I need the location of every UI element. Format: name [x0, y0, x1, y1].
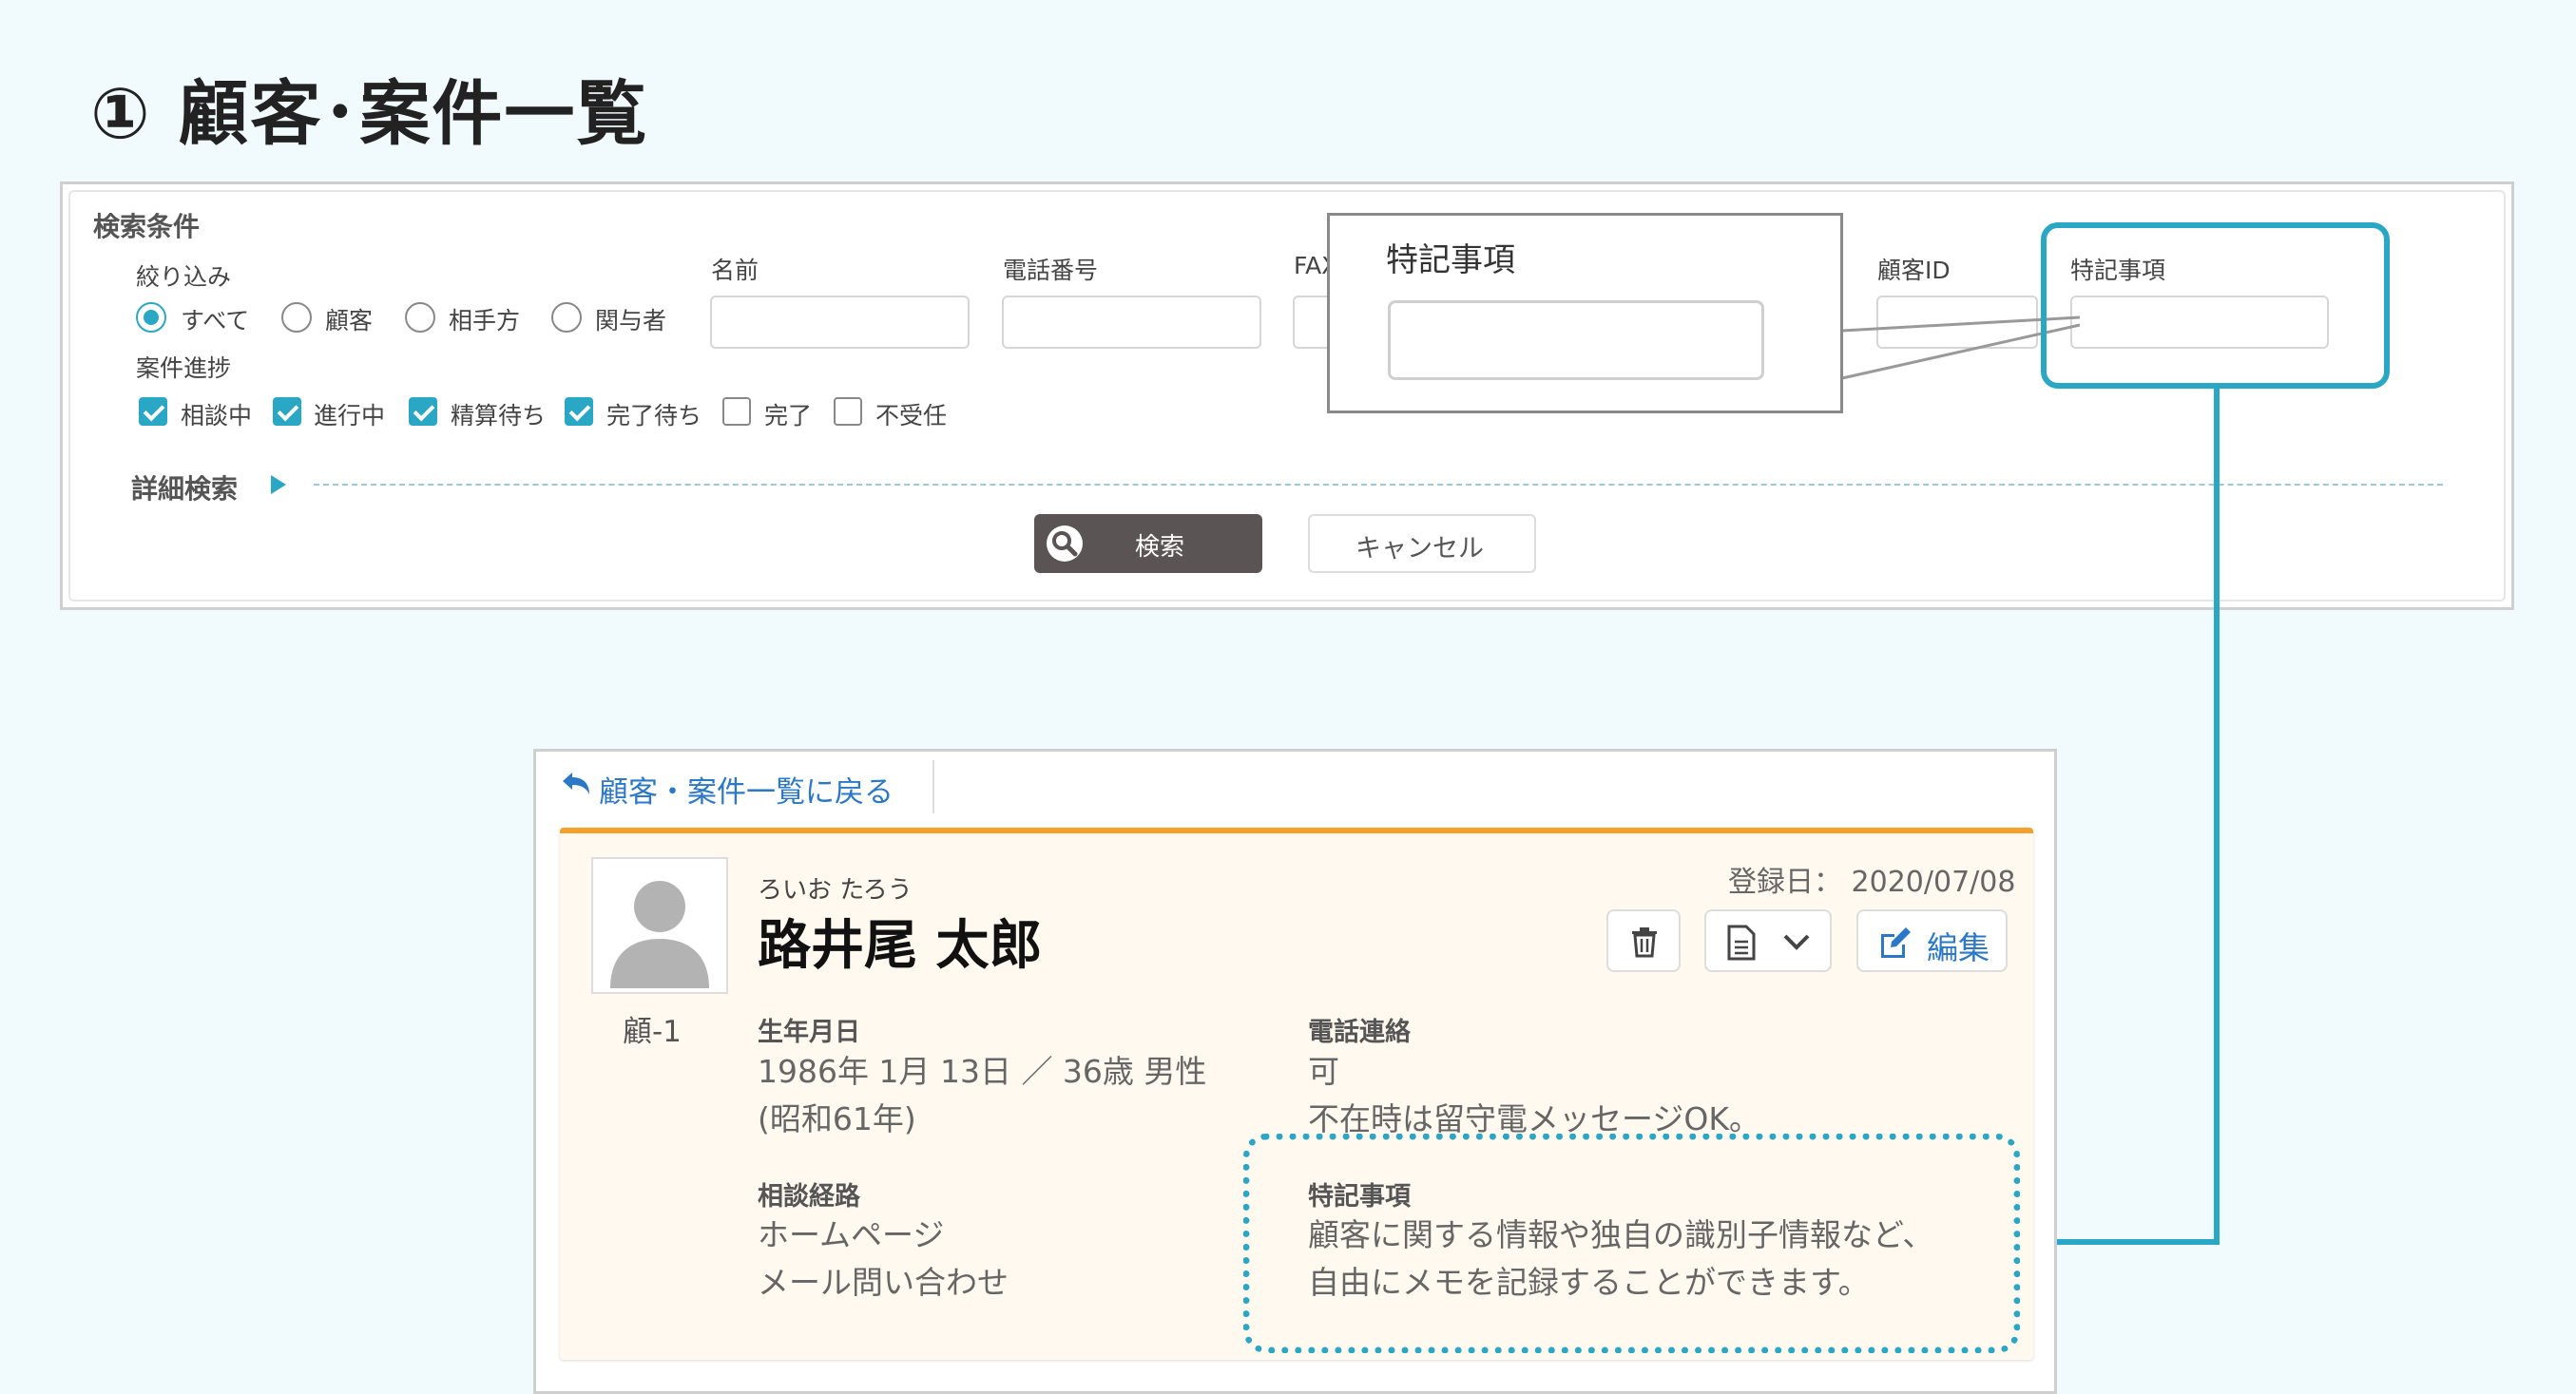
radio-opponent-label: 相手方 — [449, 307, 521, 334]
search-section-title: 検索条件 — [93, 211, 201, 242]
checkbox-not-accepted[interactable] — [834, 397, 862, 426]
filter-label: 絞り込み — [136, 263, 232, 291]
checkbox-awaiting-settlement-label: 精算待ち — [451, 402, 547, 430]
checkbox-awaiting-settlement[interactable] — [409, 397, 437, 426]
advanced-search-divider — [314, 484, 2443, 486]
back-arrow-icon[interactable] — [559, 770, 593, 800]
customer-name: 路井尾 太郎 — [758, 915, 1043, 977]
radio-customer-label: 顧客 — [325, 307, 374, 334]
customer-code: 顧-1 — [623, 1015, 682, 1049]
checkbox-consulting-label: 相談中 — [181, 402, 253, 430]
back-link-separator — [932, 760, 934, 813]
customer-furigana: ろいお たろう — [758, 876, 913, 905]
radio-all-label: すべて — [181, 307, 250, 334]
radio-customer[interactable] — [281, 302, 312, 333]
triangle-right-icon[interactable] — [271, 475, 286, 494]
trash-icon — [1632, 927, 1657, 958]
checkbox-awaiting-completion[interactable] — [565, 397, 593, 426]
radio-involved[interactable] — [551, 302, 582, 333]
birth-date-value: 1986年 1月 13日 ／ 36歳 男性 — [758, 1053, 1207, 1090]
checkbox-in-progress[interactable] — [273, 397, 301, 426]
connector-horizontal — [2038, 1239, 2220, 1245]
cancel-button-label: キャンセル — [1355, 534, 1484, 563]
edit-button-label: 編集 — [1927, 929, 1990, 966]
checkbox-completed[interactable] — [722, 397, 751, 426]
edit-icon — [1881, 927, 1911, 958]
name-field-label: 名前 — [711, 257, 759, 284]
edit-button[interactable]: 編集 — [1856, 909, 2008, 972]
search-button-label: 検索 — [1135, 533, 1185, 562]
checkbox-in-progress-label: 進行中 — [314, 402, 386, 430]
cancel-button[interactable]: キャンセル — [1308, 514, 1536, 573]
phone-field-label: 電話番号 — [1003, 257, 1099, 284]
chevron-down-icon — [1783, 934, 1810, 950]
zoom-callout-input — [1388, 300, 1764, 380]
back-to-list-link[interactable]: 顧客・案件一覧に戻る — [599, 768, 894, 811]
birth-date-title: 生年月日 — [758, 1018, 860, 1047]
avatar — [591, 857, 728, 994]
zoom-callout-label: 特記事項 — [1386, 241, 1515, 279]
customer-id-field-label: 顧客ID — [1877, 257, 1951, 284]
avatar-placeholder-icon — [610, 881, 709, 988]
radio-involved-label: 関与者 — [595, 307, 667, 334]
phone-contact-title: 電話連絡 — [1308, 1018, 1411, 1047]
consultation-route-line2: メール問い合わせ — [758, 1264, 1009, 1301]
special-notes-highlight — [2041, 222, 2390, 389]
name-input[interactable] — [710, 296, 970, 349]
document-icon — [1727, 925, 1756, 961]
search-button[interactable]: 検索 — [1034, 514, 1262, 573]
checkbox-completed-label: 完了 — [764, 402, 813, 430]
special-notes-section-highlight — [1243, 1134, 2020, 1353]
radio-all[interactable] — [136, 302, 166, 333]
checkbox-consulting[interactable] — [139, 397, 167, 426]
birth-date-era: (昭和61年) — [758, 1100, 916, 1137]
checkbox-not-accepted-label: 不受任 — [875, 402, 948, 430]
registration-date: 登録日： 2020/07/08 — [1728, 866, 2016, 899]
radio-opponent[interactable] — [405, 302, 435, 333]
page-title: ① 顧客･案件一覧 — [90, 73, 649, 155]
progress-label: 案件進捗 — [136, 354, 232, 382]
delete-button[interactable] — [1606, 909, 1681, 972]
checkbox-awaiting-completion-label: 完了待ち — [606, 402, 702, 430]
document-menu-button[interactable] — [1704, 909, 1832, 972]
connector-vertical — [2214, 389, 2220, 1245]
phone-contact-value: 可 — [1308, 1053, 1339, 1090]
consultation-route-title: 相談経路 — [758, 1182, 860, 1212]
search-icon — [1047, 525, 1083, 562]
consultation-route-line1: ホームページ — [758, 1216, 945, 1253]
advanced-search-toggle[interactable]: 詳細検索 — [131, 468, 238, 506]
phone-input[interactable] — [1002, 296, 1261, 349]
